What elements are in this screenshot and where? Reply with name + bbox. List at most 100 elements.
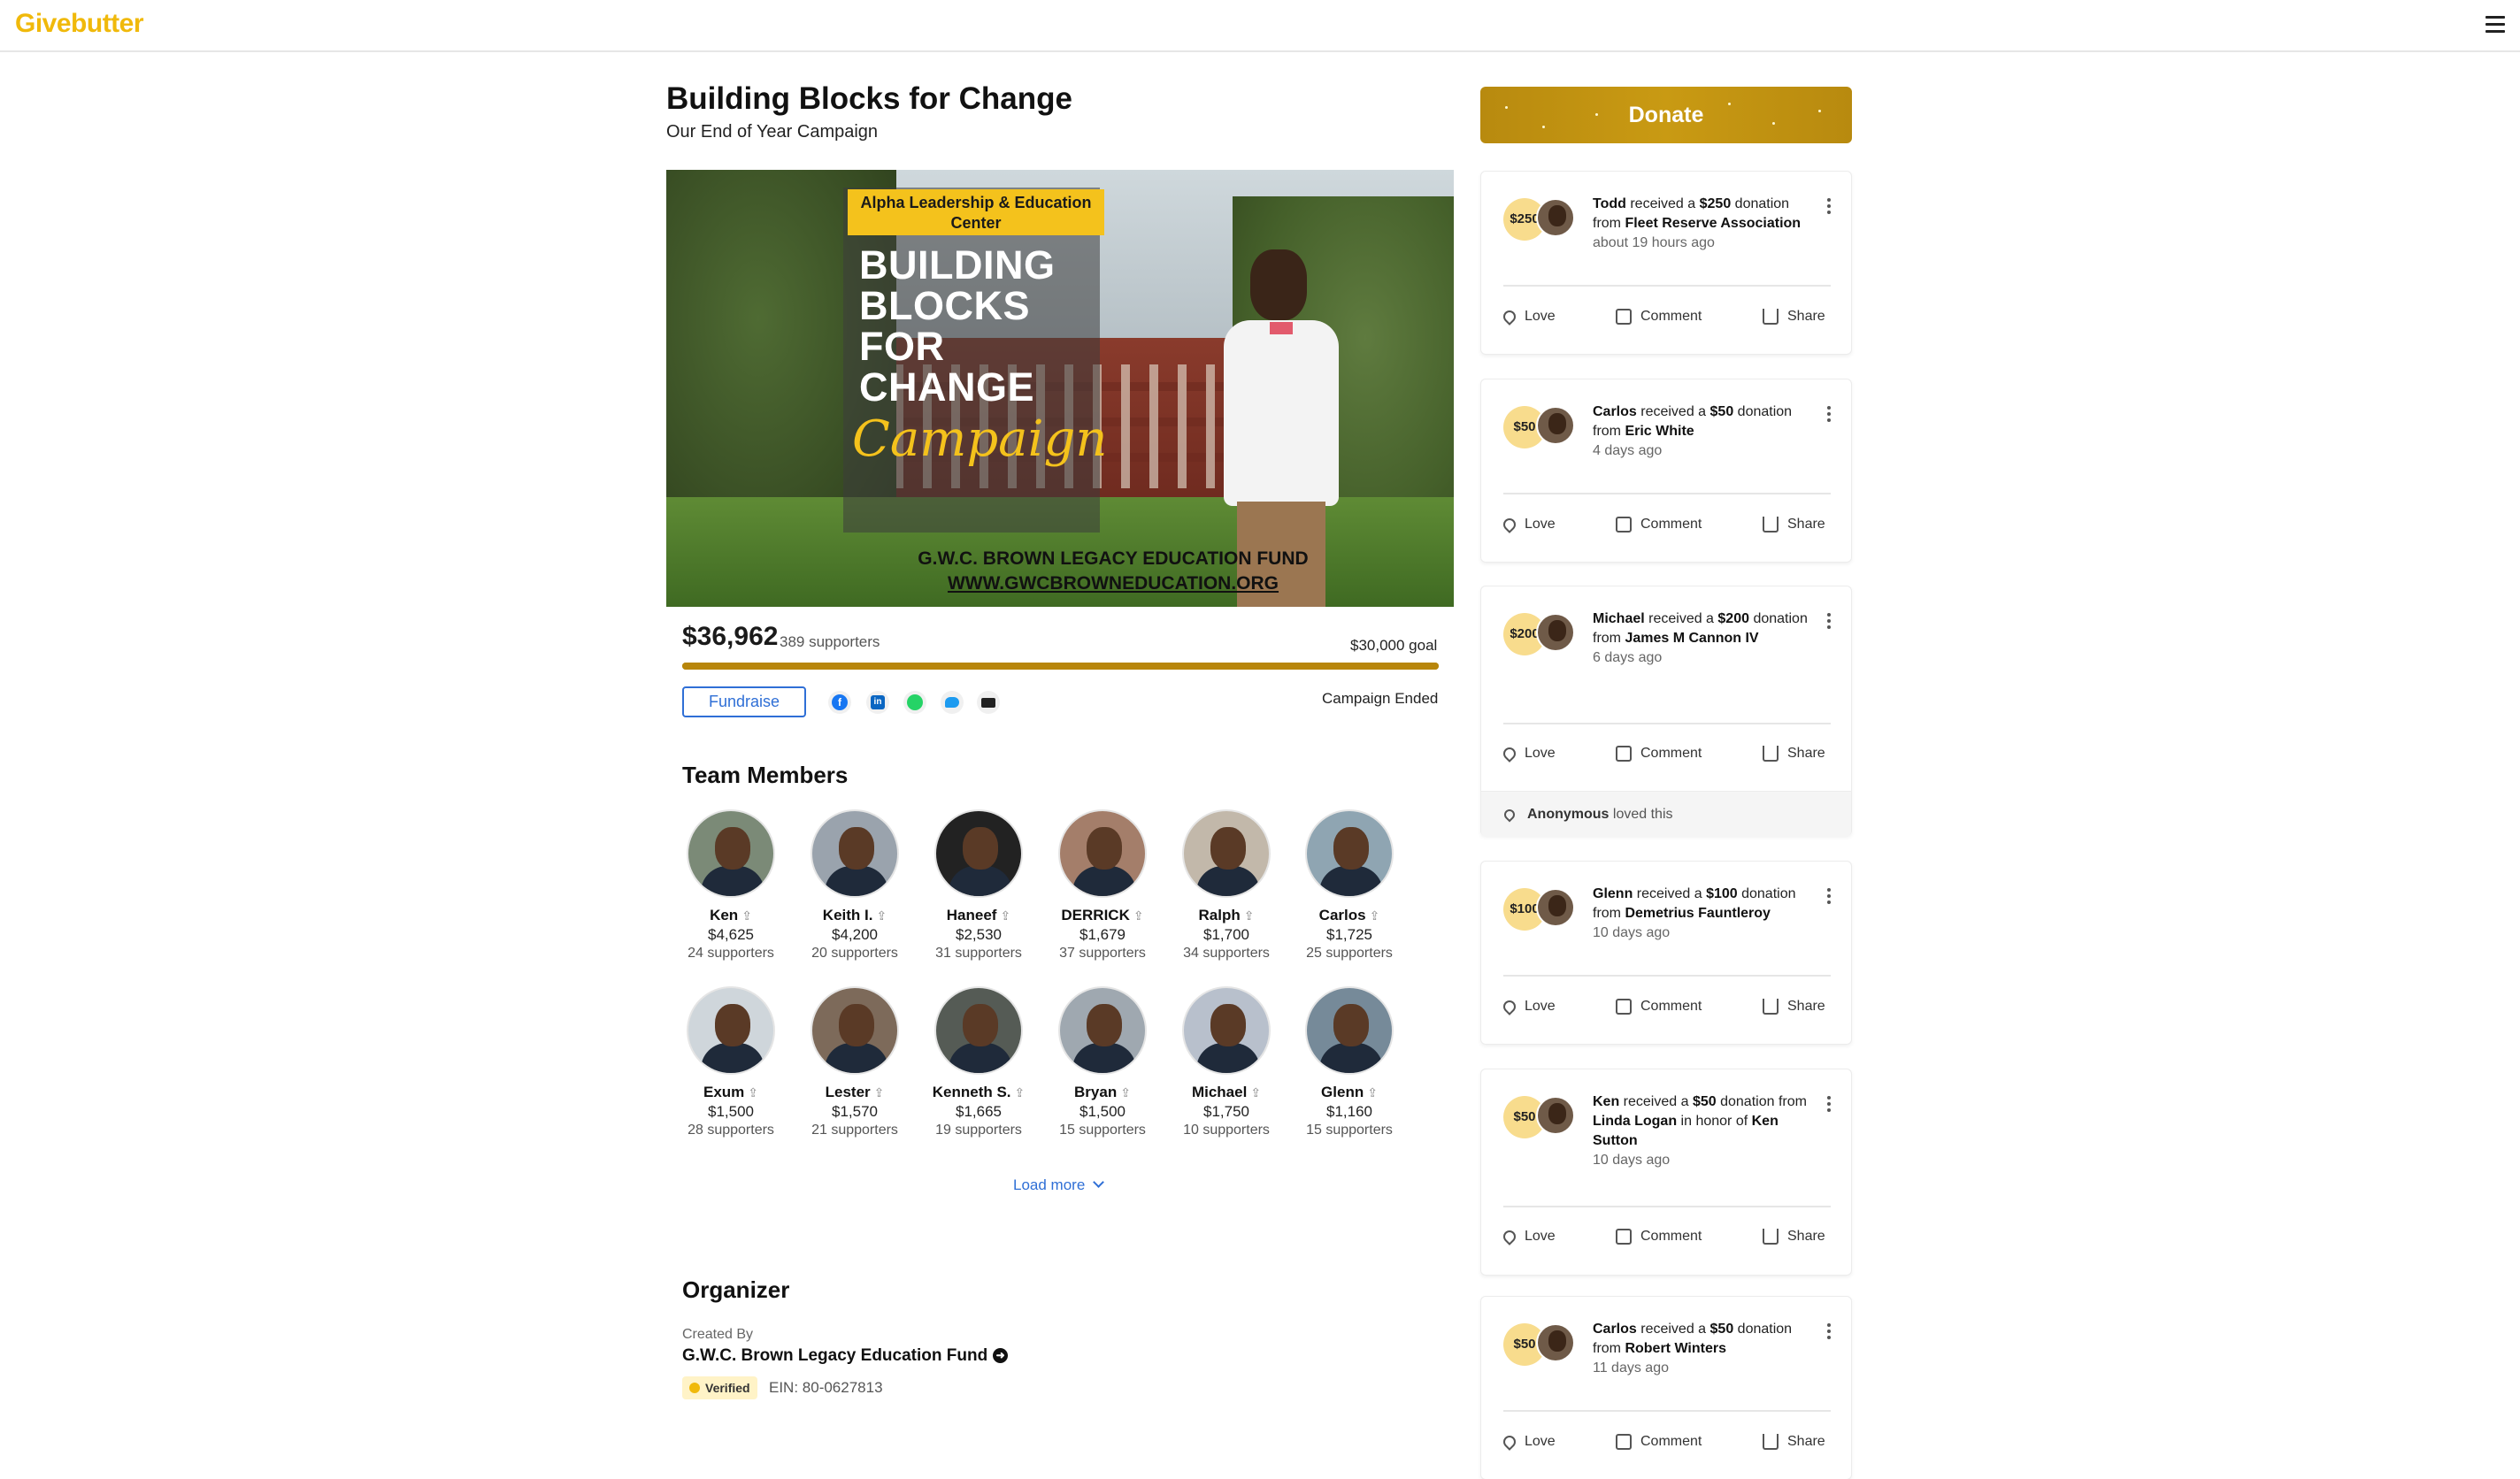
member-supporters: 28 supporters	[688, 1123, 774, 1138]
comment-button[interactable]: Comment	[1616, 1434, 1702, 1450]
love-button[interactable]: Love	[1501, 998, 1556, 1015]
linkedin-icon[interactable]: in	[866, 691, 889, 714]
more-options-icon[interactable]	[1827, 888, 1832, 907]
share-button[interactable]: Share	[1763, 1434, 1825, 1450]
member-amount: $4,625	[708, 926, 754, 943]
avatar	[687, 986, 775, 1075]
share-icon[interactable]: ⇪	[1367, 1085, 1378, 1100]
donation-time: 10 days ago	[1593, 925, 1671, 940]
team-member-card[interactable]: Carlos ⇪ $1,725 25 supporters	[1287, 809, 1411, 962]
recipient-avatar	[1536, 406, 1575, 445]
heart-icon	[1502, 807, 1517, 823]
member-amount: $4,200	[832, 926, 878, 943]
donation-text: Michael received a $200 donation from Ja…	[1593, 609, 1818, 668]
share-icon[interactable]: ⇪	[741, 908, 752, 923]
more-options-icon[interactable]	[1827, 613, 1832, 632]
team-member-card[interactable]: Haneef ⇪ $2,530 31 supporters	[917, 809, 1041, 962]
team-member-card[interactable]: Lester ⇪ $1,570 21 supporters	[793, 986, 917, 1138]
comment-button[interactable]: Comment	[1616, 309, 1702, 325]
love-button[interactable]: Love	[1501, 745, 1556, 762]
share-icon[interactable]: ⇪	[874, 1085, 885, 1100]
share-icon[interactable]: ⇪	[1133, 908, 1144, 923]
share-icon[interactable]: ⇪	[1250, 1085, 1261, 1100]
team-member-card[interactable]: Keith I. ⇪ $4,200 20 supporters	[793, 809, 917, 962]
love-button[interactable]: Love	[1501, 1228, 1556, 1245]
more-options-icon[interactable]	[1827, 1323, 1832, 1342]
campaign-subtitle: Our End of Year Campaign	[666, 122, 879, 142]
love-button[interactable]: Love	[1501, 1433, 1556, 1451]
avatar	[1058, 986, 1147, 1075]
member-name: Ralph	[1198, 907, 1241, 923]
share-button[interactable]: Share	[1763, 309, 1825, 325]
more-options-icon[interactable]	[1827, 406, 1832, 425]
team-member-card[interactable]: Bryan ⇪ $1,500 15 supporters	[1041, 986, 1164, 1138]
love-button[interactable]: Love	[1501, 308, 1556, 326]
email-icon[interactable]	[977, 691, 1000, 714]
share-icon[interactable]: ⇪	[748, 1085, 758, 1100]
donation-time: about 19 hours ago	[1593, 235, 1715, 250]
load-more-button[interactable]: Load more	[1013, 1176, 1104, 1194]
team-member-card[interactable]: Glenn ⇪ $1,160 15 supporters	[1287, 986, 1411, 1138]
team-members-heading: Team Members	[682, 762, 849, 788]
team-member-card[interactable]: Michael ⇪ $1,750 10 supporters	[1164, 986, 1288, 1138]
comment-button[interactable]: Comment	[1616, 517, 1702, 533]
donate-button[interactable]: Donate	[1480, 87, 1852, 143]
comment-icon	[1616, 746, 1632, 762]
twitter-icon[interactable]	[941, 691, 964, 714]
hero-fund-url: WWW.GWCBROWNEDUCATION.ORG	[947, 573, 1279, 594]
donation-card: $200 Michael received a $200 donation fro…	[1480, 586, 1852, 837]
share-icon[interactable]: ⇪	[1244, 908, 1255, 923]
hero-ribbon: Alpha Leadership & Education Center	[848, 189, 1104, 235]
share-icon[interactable]: ⇪	[1120, 1085, 1131, 1100]
member-amount: $1,570	[832, 1103, 878, 1120]
member-name: Haneef	[946, 907, 997, 923]
chevron-down-icon	[1093, 1176, 1104, 1188]
team-member-card[interactable]: Kenneth S. ⇪ $1,665 19 supporters	[917, 986, 1041, 1138]
donation-text: Glenn received a $100 donation from Deme…	[1593, 885, 1818, 943]
share-button[interactable]: Share	[1763, 517, 1825, 533]
avatar	[1058, 809, 1147, 898]
share-icon[interactable]: ⇪	[876, 908, 887, 923]
love-button[interactable]: Love	[1501, 516, 1556, 533]
hero-script: Campaign	[852, 410, 1108, 468]
comment-icon	[1616, 999, 1632, 1015]
ein-number: EIN: 80-0627813	[769, 1379, 883, 1396]
member-supporters: 15 supporters	[1059, 1123, 1146, 1138]
givebutter-logo[interactable]: Givebutter	[15, 9, 144, 39]
member-supporters: 20 supporters	[811, 946, 898, 961]
team-member-card[interactable]: Ralph ⇪ $1,700 34 supporters	[1164, 809, 1288, 962]
comment-button[interactable]: Comment	[1616, 746, 1702, 762]
member-supporters: 24 supporters	[688, 946, 774, 961]
share-icon[interactable]: ⇪	[1370, 908, 1380, 923]
share-icon[interactable]: ⇪	[1015, 1085, 1026, 1100]
organizer-name-link[interactable]: G.W.C. Brown Legacy Education Fund ➜	[682, 1346, 1009, 1366]
comment-icon	[1616, 1434, 1632, 1450]
campaign-status: Campaign Ended	[1322, 690, 1439, 707]
share-icon	[1763, 1229, 1779, 1245]
share-icon	[1763, 1434, 1779, 1450]
team-member-card[interactable]: Ken ⇪ $4,625 24 supporters	[669, 809, 793, 962]
heart-icon	[1501, 516, 1518, 533]
avatar	[811, 809, 899, 898]
loved-by-bar: Anonymous loved this	[1481, 791, 1851, 837]
share-icon[interactable]: ⇪	[1000, 908, 1010, 923]
team-member-card[interactable]: DERRICK ⇪ $1,679 37 supporters	[1041, 809, 1164, 962]
member-name: Exum	[703, 1084, 745, 1100]
more-options-icon[interactable]	[1827, 198, 1832, 217]
whatsapp-icon[interactable]	[903, 691, 926, 714]
share-button[interactable]: Share	[1763, 746, 1825, 762]
comment-button[interactable]: Comment	[1616, 999, 1702, 1015]
member-amount: $1,725	[1326, 926, 1372, 943]
facebook-icon[interactable]: f	[828, 691, 851, 714]
share-button[interactable]: Share	[1763, 1229, 1825, 1245]
share-button[interactable]: Share	[1763, 999, 1825, 1015]
member-supporters: 34 supporters	[1183, 946, 1270, 961]
member-amount: $1,665	[956, 1103, 1002, 1120]
fundraise-button[interactable]: Fundraise	[682, 686, 806, 717]
comment-button[interactable]: Comment	[1616, 1229, 1702, 1245]
team-member-card[interactable]: Exum ⇪ $1,500 28 supporters	[669, 986, 793, 1138]
donation-card: $100 Glenn received a $100 donation from …	[1480, 861, 1852, 1045]
amount-raised: $36,962	[682, 622, 779, 651]
more-options-icon[interactable]	[1827, 1096, 1832, 1115]
hamburger-menu-icon[interactable]	[2485, 16, 2505, 34]
